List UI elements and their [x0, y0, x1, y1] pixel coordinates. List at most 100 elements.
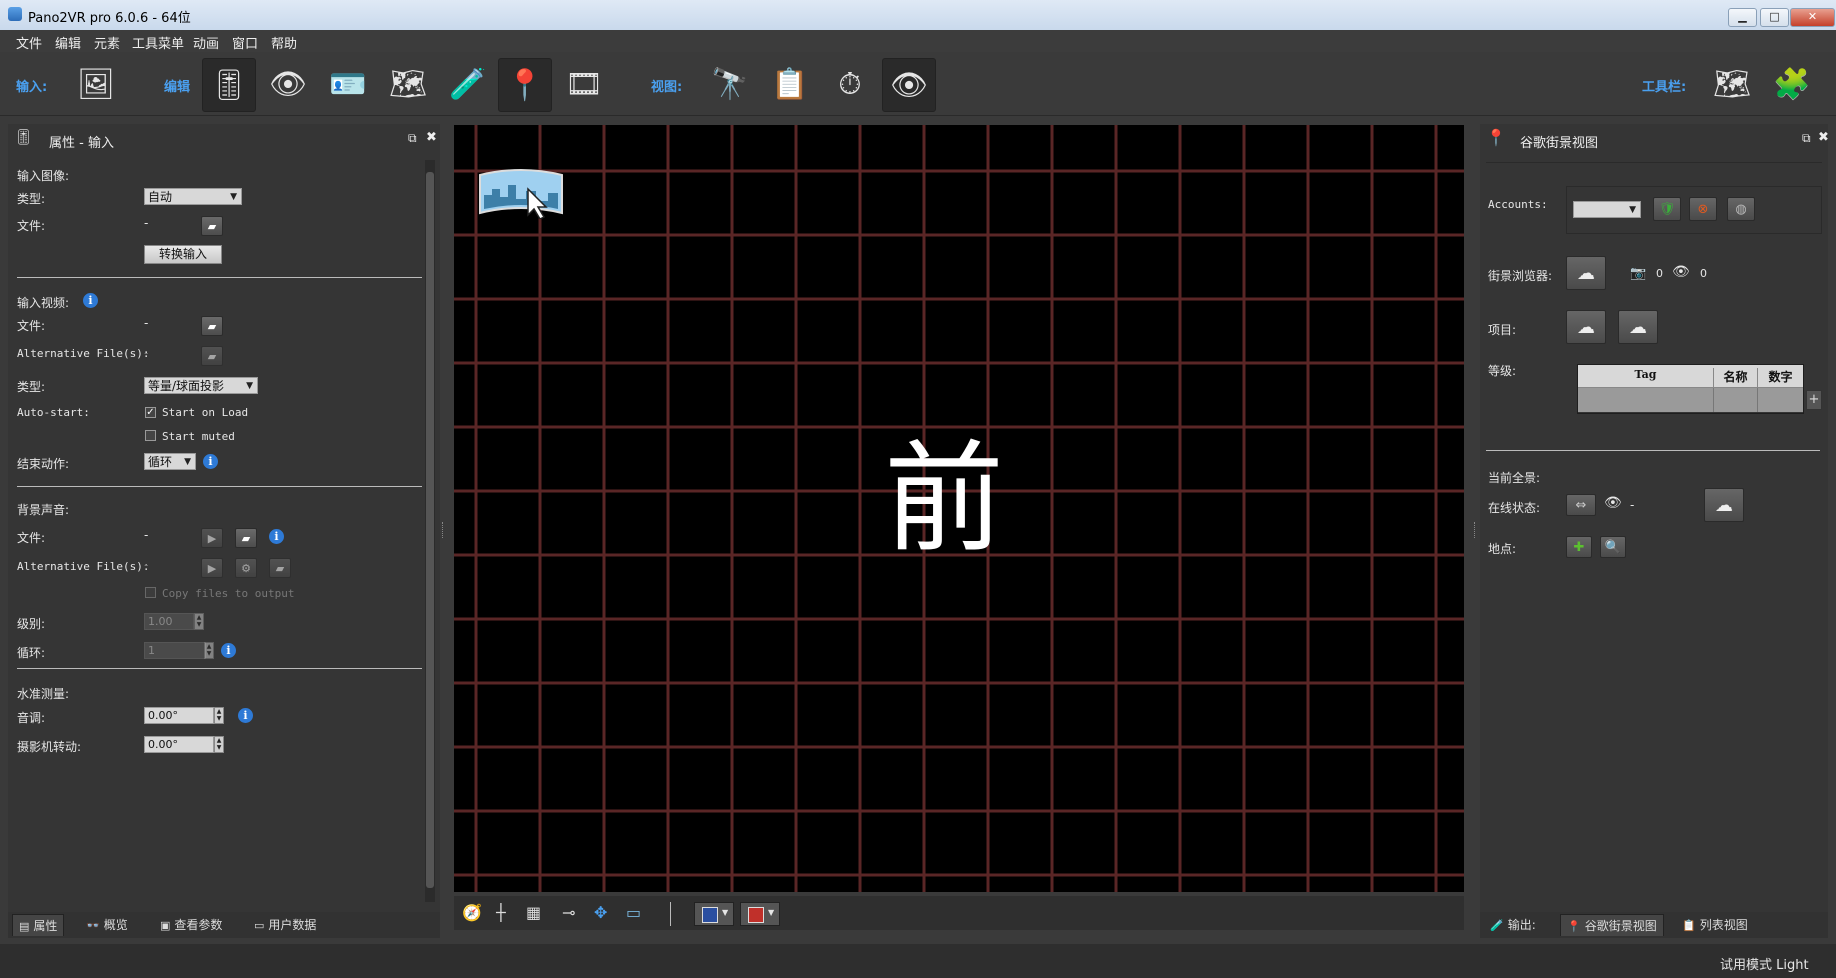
left-splitter-handle[interactable]: [442, 522, 446, 538]
menu-tools[interactable]: 工具菜单: [132, 33, 184, 52]
end-action-select[interactable]: 循环 ▼: [144, 453, 196, 470]
horizon-tool-icon[interactable]: ⊸: [562, 903, 575, 922]
panorama-preview-icon[interactable]: ▭: [626, 903, 641, 922]
user-data-card-icon[interactable]: 🪪: [322, 58, 374, 110]
pitch-stepper[interactable]: ▲ ▼: [214, 707, 224, 724]
column-tag[interactable]: Tag: [1578, 368, 1714, 387]
compass-icon[interactable]: 🧭: [462, 903, 482, 922]
location-label: 地点:: [1488, 542, 1517, 556]
pitch-input[interactable]: 0.00°: [144, 707, 214, 724]
table-row[interactable]: [1578, 388, 1803, 412]
tour-browser-clock-icon[interactable]: ⏱: [824, 58, 876, 110]
cloud-upload-button[interactable]: ☁: [1566, 310, 1606, 344]
input-panorama-icon[interactable]: 🖼: [70, 58, 122, 110]
properties-scrollbar[interactable]: [425, 160, 435, 902]
menu-edit[interactable]: 编辑: [55, 33, 81, 52]
account-select[interactable]: ▼: [1573, 201, 1641, 218]
copy-files-checkbox[interactable]: [145, 587, 156, 598]
blue-color-picker[interactable]: ▼: [694, 902, 734, 926]
camera-roll-stepper[interactable]: ▲ ▼: [214, 736, 224, 753]
properties-sliders-icon[interactable]: 🎚: [202, 58, 256, 112]
panorama-viewport[interactable]: 前: [454, 125, 1464, 892]
crosshair-icon[interactable]: ┼: [496, 903, 506, 922]
column-number[interactable]: 数字: [1758, 368, 1803, 385]
chevron-down-icon: ▼: [768, 908, 775, 917]
menu-file[interactable]: 文件: [16, 33, 42, 52]
patch-tool-icon[interactable]: 🧪: [442, 58, 494, 110]
loop-stepper[interactable]: ▲ ▼: [204, 642, 214, 659]
tab-properties[interactable]: ▤ 属性: [12, 914, 65, 936]
play-sound-button[interactable]: ▶: [201, 528, 223, 548]
loop-input[interactable]: 1: [144, 642, 206, 659]
info-icon[interactable]: i: [269, 529, 284, 544]
video-projection-select[interactable]: 等量/球面投影 ▼: [144, 377, 258, 394]
level-label: 级别:: [17, 617, 46, 631]
menu-window[interactable]: 窗口: [232, 33, 258, 52]
open-video-file-button[interactable]: ▰: [201, 316, 223, 336]
cloud-publish-button[interactable]: ☁: [1704, 488, 1744, 522]
add-level-button[interactable]: +: [1806, 390, 1822, 410]
scrollbar-thumb[interactable]: [426, 172, 434, 888]
remove-account-icon[interactable]: ⊗: [1689, 197, 1717, 221]
level-input[interactable]: 1.00: [144, 613, 194, 630]
camera-roll-input[interactable]: 0.00°: [144, 736, 214, 753]
input-drop-icon[interactable]: [478, 167, 564, 220]
menu-element[interactable]: 元素: [94, 33, 120, 52]
shield-check-icon[interactable]: 🛡: [1653, 197, 1681, 221]
google-street-view-icon[interactable]: 📍: [498, 58, 552, 112]
float-panel-icon[interactable]: ⧉: [408, 131, 417, 146]
search-location-icon[interactable]: 🔍: [1600, 536, 1626, 558]
info-icon[interactable]: i: [221, 643, 236, 658]
blue-swatch: [702, 907, 718, 923]
close-panel-icon[interactable]: ✖: [426, 130, 437, 145]
minimize-button[interactable]: ▁: [1728, 8, 1757, 27]
clipboard-list-icon[interactable]: 📋: [764, 58, 816, 110]
link-status-icon[interactable]: ⇔: [1566, 494, 1596, 516]
menu-help[interactable]: 帮助: [271, 33, 297, 52]
tab-overview[interactable]: 👓 概览: [80, 914, 134, 936]
viewing-parameters-icon[interactable]: 👁: [262, 58, 314, 110]
start-muted-checkbox[interactable]: [145, 430, 156, 441]
info-icon[interactable]: i: [238, 708, 253, 723]
open-file-button[interactable]: ▰: [201, 216, 223, 236]
convert-input-button[interactable]: 转换输入: [144, 245, 222, 264]
video-file-value: -: [144, 316, 149, 330]
close-button[interactable]: ✕: [1790, 8, 1835, 27]
column-name[interactable]: 名称: [1714, 368, 1758, 387]
open-alt-video-button[interactable]: ▰: [201, 346, 223, 366]
open-alt-sound-button[interactable]: ▰: [269, 558, 291, 578]
right-splitter-handle[interactable]: [1474, 522, 1478, 538]
level-stepper[interactable]: ▲ ▼: [194, 613, 204, 630]
open-sound-file-button[interactable]: ▰: [235, 528, 257, 548]
tab-view-params[interactable]: ▣ 查看参数: [154, 914, 228, 936]
move-arrows-icon[interactable]: ✥: [594, 903, 607, 922]
cloud-search-button[interactable]: ☁: [1566, 256, 1606, 290]
cloud-download-button[interactable]: ☁: [1618, 310, 1658, 344]
add-location-icon[interactable]: ✚: [1566, 536, 1592, 558]
close-panel-icon[interactable]: ✖: [1818, 130, 1829, 145]
street-view-panel-header: 📍 谷歌街景视图 ⧉ ✖: [1486, 128, 1829, 152]
float-panel-icon[interactable]: ⧉: [1802, 131, 1811, 146]
menu-animation[interactable]: 动画: [193, 33, 219, 52]
preview-eye-icon[interactable]: 👁: [882, 58, 936, 112]
info-icon[interactable]: i: [203, 454, 218, 469]
input-type-select[interactable]: 自动 ▼: [144, 188, 242, 205]
animation-film-icon[interactable]: 🎞: [558, 58, 610, 110]
info-icon[interactable]: i: [83, 293, 98, 308]
binoculars-icon[interactable]: 🔭: [704, 58, 756, 110]
tab-output[interactable]: 🧪 输出:: [1484, 914, 1542, 936]
map-pin-icon[interactable]: 🗺: [382, 58, 434, 110]
tab-list-view[interactable]: 📋 列表视图: [1676, 914, 1754, 936]
tab-google-street-view[interactable]: 📍 谷歌街景视图: [1560, 914, 1664, 936]
gear-icon[interactable]: ⚙: [235, 558, 257, 578]
grid-icon[interactable]: ▦: [526, 903, 541, 922]
maximize-button[interactable]: □: [1760, 8, 1789, 27]
start-muted-label: Start muted: [162, 430, 235, 443]
tour-map-icon[interactable]: 🗺: [1706, 58, 1758, 110]
skin-editor-icon[interactable]: 🧩: [1766, 58, 1818, 110]
globe-cursor-icon[interactable]: ◍: [1727, 197, 1755, 221]
start-on-load-checkbox[interactable]: ✓: [145, 407, 156, 418]
tab-user-data[interactable]: ▭ 用户数据: [248, 914, 322, 936]
play-alt-sound-button[interactable]: ▶: [201, 558, 223, 578]
red-color-picker[interactable]: ▼: [740, 902, 780, 926]
